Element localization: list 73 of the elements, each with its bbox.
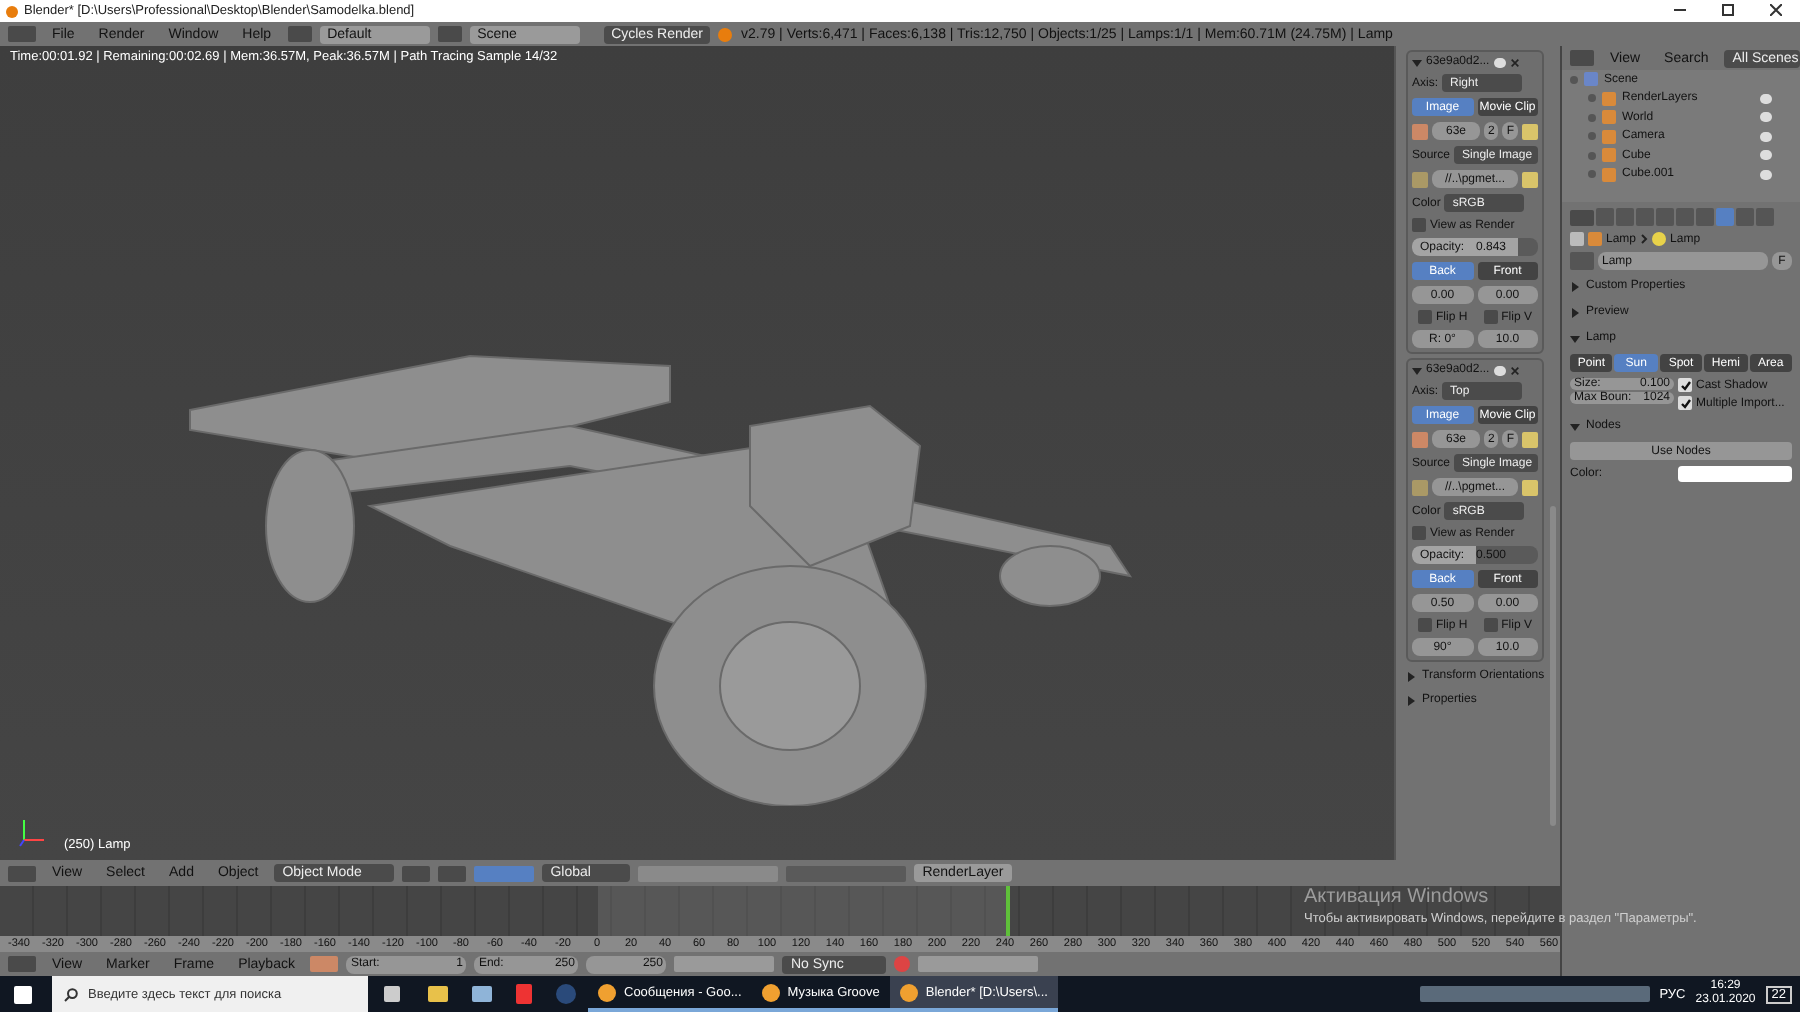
checkbox[interactable] <box>1412 526 1426 540</box>
properties-tab[interactable] <box>1696 208 1714 226</box>
checkbox[interactable] <box>1483 310 1498 324</box>
properties-tab[interactable] <box>1676 208 1694 226</box>
browser-icon[interactable] <box>516 984 532 1004</box>
properties-tab[interactable] <box>1756 208 1774 226</box>
editor-type-icon[interactable] <box>1570 209 1594 225</box>
checkbox[interactable] <box>1483 618 1498 632</box>
blender-logo-icon <box>718 27 733 41</box>
checkbox[interactable] <box>1417 618 1432 632</box>
checkbox[interactable] <box>1417 310 1432 324</box>
image-icon <box>1412 123 1428 139</box>
expand-icon[interactable] <box>1588 170 1596 179</box>
minimize-icon[interactable] <box>1674 4 1686 16</box>
expand-icon[interactable] <box>1406 695 1416 705</box>
app-logo-icon <box>6 5 18 17</box>
expand-icon[interactable] <box>1570 307 1580 317</box>
checkbox[interactable] <box>1678 378 1692 392</box>
folder-icon[interactable] <box>1522 123 1538 139</box>
close-icon[interactable] <box>1770 4 1782 16</box>
axis-gizmo-icon <box>16 816 48 848</box>
collapse-icon[interactable] <box>1412 365 1422 375</box>
shading-icon[interactable] <box>402 865 431 881</box>
chevron-icon <box>1640 234 1649 244</box>
eye-icon[interactable] <box>1493 365 1506 375</box>
expand-icon[interactable] <box>1588 151 1596 160</box>
lamp-data-icon <box>1570 252 1594 270</box>
pin-icon[interactable] <box>1570 232 1584 246</box>
layout-icon[interactable] <box>287 26 312 42</box>
record-icon[interactable] <box>894 956 911 972</box>
maximize-icon[interactable] <box>1722 4 1734 16</box>
eye-icon[interactable] <box>1493 57 1506 67</box>
current-frame-marker[interactable] <box>1006 886 1010 936</box>
image-icon <box>1412 431 1428 447</box>
game-client-icon[interactable] <box>556 984 576 1004</box>
scene-icon[interactable] <box>437 26 462 42</box>
lamp-object-icon <box>1588 232 1602 246</box>
folder-icon[interactable] <box>1522 479 1538 495</box>
folder-icon[interactable] <box>1522 171 1538 187</box>
editor-type-icon[interactable] <box>8 956 36 972</box>
expand-icon[interactable] <box>1588 94 1596 103</box>
expand-icon[interactable] <box>1588 132 1596 141</box>
checkbox[interactable] <box>1678 396 1692 410</box>
editor-type-icon[interactable] <box>1570 50 1594 66</box>
expand-icon[interactable] <box>1570 333 1580 343</box>
collapse-icon[interactable] <box>1412 57 1422 67</box>
checkbox[interactable] <box>1412 218 1426 232</box>
lamp-data-icon <box>1652 232 1667 246</box>
properties-tab[interactable] <box>1636 208 1654 226</box>
properties-tab[interactable] <box>1656 208 1674 226</box>
image-icon <box>1412 479 1428 495</box>
pivot-icon[interactable] <box>438 865 467 881</box>
task-view-icon[interactable] <box>384 986 400 1002</box>
start-icon[interactable] <box>14 985 32 1003</box>
preview-range-icon[interactable] <box>310 956 339 972</box>
expand-icon[interactable] <box>1406 671 1416 681</box>
properties-tab[interactable] <box>1736 208 1754 226</box>
color-swatch[interactable] <box>1678 466 1792 482</box>
expand-icon[interactable] <box>1570 281 1580 291</box>
folder-icon[interactable] <box>1522 431 1538 447</box>
properties-tab[interactable] <box>1596 208 1614 226</box>
editor-type-icon[interactable] <box>8 865 36 881</box>
properties-tab[interactable] <box>1616 208 1634 226</box>
image-icon <box>1412 171 1428 187</box>
properties-tab[interactable] <box>1716 208 1734 226</box>
activation-title: Активация Windows <box>1304 886 1491 908</box>
expand-icon[interactable] <box>1570 421 1580 431</box>
editor-type-icon[interactable] <box>8 26 36 42</box>
folder-icon[interactable] <box>428 986 448 1002</box>
expand-icon[interactable] <box>1588 113 1596 122</box>
computer-icon[interactable] <box>472 986 492 1002</box>
search-icon <box>64 987 78 1001</box>
expand-icon[interactable] <box>1570 75 1578 84</box>
